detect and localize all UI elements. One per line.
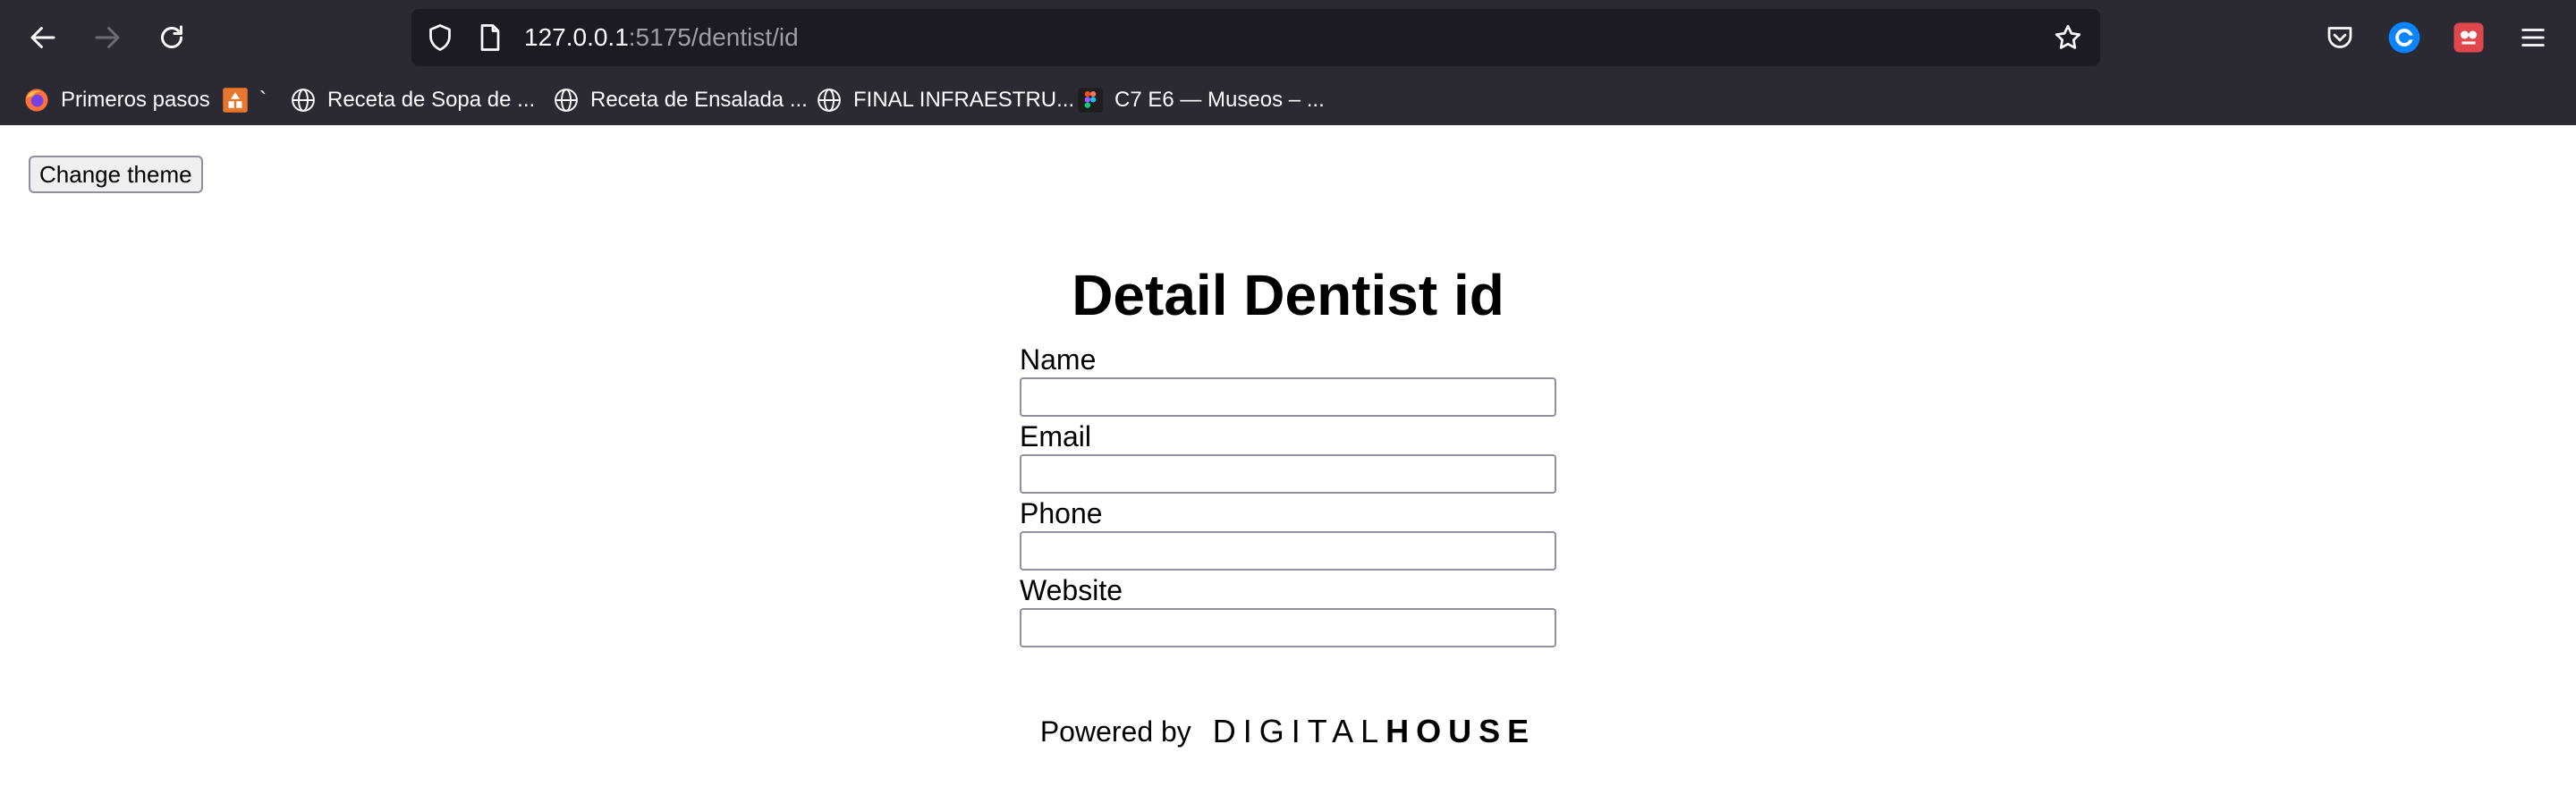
url-path: :5175/dentist/id — [628, 23, 799, 51]
page-icon[interactable] — [474, 21, 506, 54]
globe-icon — [816, 87, 843, 114]
page-title: Detail Dentist id — [1072, 263, 1504, 327]
browser-toolbar: 127.0.0.1:5175/dentist/id — [0, 0, 2576, 75]
hamburger-menu-icon — [2521, 29, 2545, 47]
brand-light: DIGITAL — [1212, 713, 1386, 749]
back-button[interactable] — [21, 16, 64, 59]
brand-bold: HOUSE — [1385, 713, 1537, 749]
shield-icon[interactable] — [424, 21, 456, 54]
bookmark-primeros-pasos[interactable]: Primeros pasos — [23, 82, 210, 118]
bookmark-receta-ensalada[interactable]: Receta de Ensalada ... — [553, 82, 808, 118]
bookmark-label: FINAL INFRAESTRU... — [853, 88, 1075, 112]
bookmark-label: Primeros pasos — [61, 88, 210, 112]
firefox-icon — [23, 87, 50, 114]
bookmark-label: Receta de Sopa de ... — [327, 88, 536, 112]
bookmark-c7-e6-museos[interactable]: C7 E6 — Museos – ... — [1077, 82, 1325, 118]
phone-label: Phone — [1020, 497, 1103, 529]
pocket-icon — [2327, 27, 2352, 48]
name-field[interactable] — [1020, 377, 1556, 417]
globe-icon — [553, 87, 580, 114]
bookmark-backtick[interactable]: ` — [222, 82, 267, 118]
star-icon[interactable] — [2052, 21, 2084, 54]
dentist-detail-form: Name Email Phone Website — [1020, 342, 1556, 649]
bookmark-receta-sopa[interactable]: Receta de Sopa de ... — [290, 82, 535, 118]
menu-button[interactable] — [2515, 20, 2551, 55]
url-host: 127.0.0.1 — [524, 23, 629, 51]
phone-field[interactable] — [1020, 531, 1556, 571]
reload-button[interactable] — [150, 16, 193, 59]
bookmark-label: C7 E6 — Museos – ... — [1114, 88, 1325, 112]
forward-button[interactable] — [86, 16, 129, 59]
red-extension-icon — [2453, 22, 2484, 53]
forward-arrow-icon — [95, 27, 120, 48]
email-field[interactable] — [1020, 454, 1556, 494]
figma-icon — [1077, 87, 1104, 114]
bookmark-label: Receta de Ensalada ... — [590, 88, 808, 112]
back-arrow-icon — [30, 27, 55, 48]
blue-extension-icon — [2388, 21, 2420, 54]
name-label: Name — [1020, 343, 1097, 376]
change-theme-button[interactable]: Change theme — [29, 156, 203, 193]
browser-chrome: 127.0.0.1:5175/dentist/id Primeros pasos — [0, 0, 2576, 125]
extension-button-2[interactable] — [2451, 20, 2487, 55]
digital-house-logo: DIGITALHOUSE — [1213, 713, 1536, 750]
url-text[interactable]: 127.0.0.1:5175/dentist/id — [524, 9, 799, 66]
footer: Powered by DIGITALHOUSE — [0, 706, 2576, 757]
bookmark-label: ` — [259, 88, 267, 112]
extension-button[interactable] — [2386, 20, 2422, 55]
website-label: Website — [1020, 574, 1123, 606]
powered-by-text: Powered by — [1039, 715, 1191, 748]
globe-icon — [290, 87, 317, 114]
reload-icon — [161, 25, 182, 48]
bookmarks-bar: Primeros pasos ` Receta de Sopa de ... R… — [0, 75, 2576, 125]
email-label: Email — [1020, 420, 1092, 453]
website-field[interactable] — [1020, 608, 1556, 647]
bookmark-final-infraestru[interactable]: FINAL INFRAESTRU... — [816, 82, 1074, 118]
pocket-button[interactable] — [2322, 20, 2358, 55]
orange-app-icon — [222, 87, 249, 114]
address-bar[interactable]: 127.0.0.1:5175/dentist/id — [411, 9, 2100, 66]
